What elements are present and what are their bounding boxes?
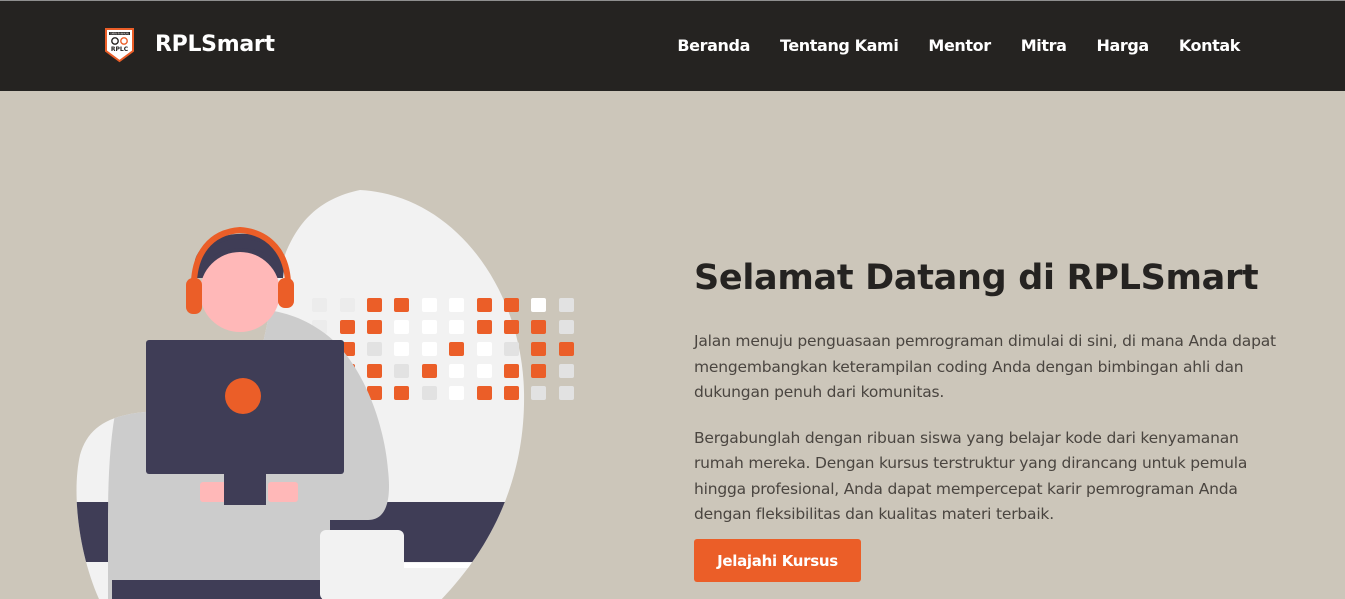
hero-title: Selamat Datang di RPLSmart	[694, 258, 1259, 298]
navbar: SMKN RANAKAN RPLC RPLSmart Beranda Tenta…	[0, 1, 1345, 91]
hero-content: Selamat Datang di RPLSmart Jalan menuju …	[694, 255, 1284, 528]
logo-text-top: SMKN RANAKAN	[110, 32, 129, 35]
right-hand	[268, 482, 298, 502]
brand-name: RPLSmart	[155, 32, 275, 57]
nav-item-mentor[interactable]: Mentor	[928, 36, 991, 56]
logo-text-main: RPLC	[111, 46, 129, 53]
developer-with-headphones-at-computer-illustration	[76, 190, 574, 599]
rplc-shield-logo-icon: SMKN RANAKAN RPLC	[105, 28, 134, 63]
hero-paragraph-2: Bergabunglah dengan ribuan siswa yang be…	[694, 428, 1248, 524]
nav-item-kontak[interactable]: Kontak	[1179, 36, 1241, 56]
brand[interactable]: SMKN RANAKAN RPLC RPLSmart	[104, 27, 275, 63]
nav-item-harga[interactable]: Harga	[1096, 36, 1149, 56]
main-nav: Beranda Tentang Kami Mentor Mitra Harga …	[677, 36, 1240, 56]
explore-courses-button[interactable]: Jelajahi Kursus	[694, 539, 861, 582]
chair-back	[320, 530, 404, 599]
nav-item-beranda[interactable]: Beranda	[677, 36, 750, 56]
monitor-logo-dot	[225, 378, 261, 414]
nav-item-mitra[interactable]: Mitra	[1021, 36, 1067, 56]
hero-paragraph-1: Jalan menuju penguasaan pemrograman dimu…	[694, 332, 1276, 401]
nav-item-tentang-kami[interactable]: Tentang Kami	[780, 36, 899, 56]
